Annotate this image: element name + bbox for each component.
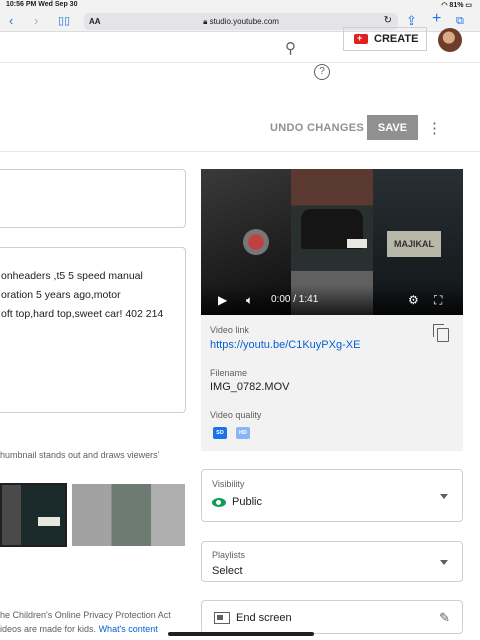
save-button[interactable]: SAVE: [367, 115, 418, 140]
video-time: 0:00 / 1:41: [271, 294, 319, 305]
player-controls: ▶ 🔈︎ 0:00 / 1:41 ⚙ ⛶: [201, 285, 463, 315]
audience-info: ideos are made for kids. What's content: [0, 624, 158, 634]
filename-value: IMG_0782.MOV: [210, 381, 290, 393]
pencil-icon[interactable]: ✎: [439, 610, 450, 626]
forward-icon[interactable]: ›: [34, 13, 38, 29]
fullscreen-icon[interactable]: ⛶: [434, 293, 442, 308]
more-vert-icon[interactable]: ⋮: [427, 119, 442, 137]
video-details-panel: Video link https://youtu.be/C1KuyPXg-XE …: [201, 315, 463, 451]
battery-icon: ▭: [463, 2, 472, 9]
gear-icon[interactable]: ⚙: [408, 293, 419, 307]
create-button[interactable]: CREATE: [343, 27, 427, 51]
tabs-icon[interactable]: ⧉: [456, 13, 464, 29]
thumbnail-option-selected[interactable]: [0, 483, 67, 547]
eye-icon: [212, 498, 226, 507]
thumbnail-hint: humbnail stands out and draws viewers': [0, 450, 160, 460]
copy-icon[interactable]: [433, 324, 449, 342]
help-icon[interactable]: ?: [314, 64, 330, 80]
chevron-down-icon: [440, 560, 448, 565]
playlists-value: Select: [212, 565, 243, 577]
thumbnail-option[interactable]: [72, 484, 185, 546]
description-line: oft top,hard top,sweet car! 402 214: [1, 308, 164, 320]
description-line: onheaders ,t5 5 speed manual: [1, 270, 143, 282]
ios-status-bar: 10:56 PM Wed Sep 30 ◠ 81% ▭: [0, 0, 480, 10]
playlists-label: Playlists: [212, 550, 246, 560]
quality-badge-hd: HD: [236, 427, 250, 439]
battery-level: ◠ 81% ▭: [441, 2, 472, 9]
reload-icon[interactable]: ↻: [384, 15, 392, 26]
volume-icon[interactable]: 🔈︎: [246, 293, 253, 308]
status-time: 10:56 PM Wed Sep 30: [6, 1, 78, 8]
play-icon[interactable]: ▶: [218, 293, 227, 307]
video-link[interactable]: https://youtu.be/C1KuyPXg-XE: [210, 339, 360, 351]
create-video-icon: [354, 33, 368, 44]
audience-info: he Children's Online Privacy Protection …: [0, 610, 171, 620]
visibility-label: Visibility: [212, 479, 245, 489]
visibility-value: Public: [232, 496, 262, 508]
end-screen-icon: [214, 612, 230, 624]
new-tab-icon[interactable]: +: [432, 11, 441, 27]
end-screen-card[interactable]: End screen ✎: [201, 600, 463, 634]
title-field[interactable]: [0, 169, 186, 228]
address-url: 🔒︎ studio.youtube.com: [203, 17, 279, 26]
video-quality-label: Video quality: [210, 410, 262, 420]
end-screen-label: End screen: [236, 612, 292, 624]
video-link-label: Video link: [210, 325, 249, 335]
quality-badge-sd: SD: [213, 427, 227, 439]
description-field[interactable]: onheaders ,t5 5 speed manual oration 5 y…: [0, 247, 186, 413]
filename-label: Filename: [210, 368, 248, 378]
playlists-select[interactable]: Playlists Select: [201, 541, 463, 582]
avatar[interactable]: [438, 28, 462, 52]
description-line: oration 5 years ago,motor: [1, 289, 121, 301]
back-icon[interactable]: ‹: [9, 13, 13, 29]
undo-changes-button[interactable]: UNDO CHANGES: [270, 122, 364, 134]
video-player[interactable]: MAJIKAL ▶ 🔈︎ 0:00 / 1:41 ⚙ ⛶: [201, 169, 463, 315]
whats-content-link[interactable]: What's content: [99, 624, 158, 634]
bookmarks-icon[interactable]: ▯▯: [58, 13, 70, 29]
chevron-down-icon: [440, 494, 448, 499]
home-indicator: [168, 632, 314, 636]
lock-icon: 🔒︎: [203, 17, 208, 26]
search-icon[interactable]: ⚲: [285, 39, 296, 57]
visibility-select[interactable]: Visibility Public: [201, 469, 463, 522]
header-divider: [0, 151, 480, 152]
